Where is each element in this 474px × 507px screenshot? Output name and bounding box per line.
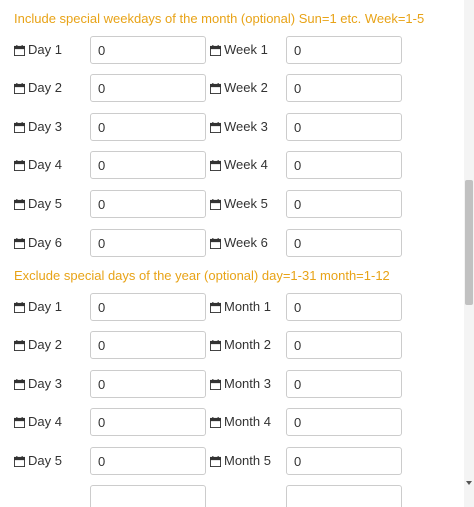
calendar-icon [210, 159, 221, 171]
exclude-row-4: Day 4 Month 4 [0, 408, 460, 436]
calendar-icon [210, 455, 221, 467]
clipped-input[interactable] [286, 485, 402, 507]
include-row-2: Day 2 Week 2 [0, 74, 460, 102]
exclude-month-2-input[interactable] [286, 331, 402, 359]
include-week-label: Week 3 [224, 119, 268, 134]
include-row-4: Day 4 Week 4 [0, 151, 460, 179]
exclude-month-label: Month 1 [224, 299, 271, 314]
include-day-label: Day 2 [28, 80, 62, 95]
include-week-label: Week 5 [224, 196, 268, 211]
exclude-month-label: Month 4 [224, 414, 271, 429]
calendar-icon [14, 416, 25, 428]
include-day-5-input[interactable] [90, 190, 206, 218]
exclude-day-3-input[interactable] [90, 370, 206, 398]
include-week-3-input[interactable] [286, 113, 402, 141]
scroll-down-arrow-icon[interactable] [466, 481, 472, 485]
exclude-row-3: Day 3 Month 3 [0, 370, 460, 398]
include-day-label: Day 4 [28, 157, 62, 172]
calendar-icon [210, 416, 221, 428]
calendar-icon [14, 82, 25, 94]
exclude-day-label: Day 3 [28, 376, 62, 391]
include-day-6-input[interactable] [90, 229, 206, 257]
include-day-label: Day 1 [28, 42, 62, 57]
include-day-2-input[interactable] [90, 74, 206, 102]
include-row-1: Day 1 Week 1 [0, 36, 460, 64]
exclude-month-label: Month 5 [224, 453, 271, 468]
include-row-3: Day 3 Week 3 [0, 113, 460, 141]
schedule-options-panel: Include special weekdays of the month (o… [0, 0, 474, 507]
include-week-label: Week 2 [224, 80, 268, 95]
exclude-day-5-input[interactable] [90, 447, 206, 475]
exclude-month-1-input[interactable] [286, 293, 402, 321]
calendar-icon [14, 237, 25, 249]
exclude-day-label: Day 4 [28, 414, 62, 429]
calendar-icon [14, 159, 25, 171]
include-week-label: Week 1 [224, 42, 268, 57]
include-day-label: Day 3 [28, 119, 62, 134]
calendar-icon [210, 121, 221, 133]
exclude-row-5: Day 5 Month 5 [0, 447, 460, 475]
calendar-icon [14, 121, 25, 133]
scrollbar-thumb[interactable] [465, 180, 473, 305]
calendar-icon [210, 339, 221, 351]
include-week-2-input[interactable] [286, 74, 402, 102]
calendar-icon [210, 237, 221, 249]
include-week-label: Week 6 [224, 235, 268, 250]
calendar-icon [210, 301, 221, 313]
exclude-month-5-input[interactable] [286, 447, 402, 475]
exclude-row-1: Day 1 Month 1 [0, 293, 460, 321]
exclude-day-label: Day 1 [28, 299, 62, 314]
exclude-month-3-input[interactable] [286, 370, 402, 398]
clipped-input[interactable] [90, 485, 206, 507]
exclude-month-label: Month 3 [224, 376, 271, 391]
include-week-1-input[interactable] [286, 36, 402, 64]
include-week-6-input[interactable] [286, 229, 402, 257]
calendar-icon [210, 82, 221, 94]
include-week-4-input[interactable] [286, 151, 402, 179]
exclude-row-6-partial [0, 485, 460, 507]
calendar-icon [14, 301, 25, 313]
exclude-day-2-input[interactable] [90, 331, 206, 359]
calendar-icon [14, 339, 25, 351]
calendar-icon [14, 44, 25, 56]
calendar-icon [14, 378, 25, 390]
include-day-4-input[interactable] [90, 151, 206, 179]
calendar-icon [14, 455, 25, 467]
exclude-day-1-input[interactable] [90, 293, 206, 321]
include-week-label: Week 4 [224, 157, 268, 172]
exclude-day-label: Day 2 [28, 337, 62, 352]
exclude-row-2: Day 2 Month 2 [0, 331, 460, 359]
exclude-month-label: Month 2 [224, 337, 271, 352]
calendar-icon [210, 198, 221, 210]
exclude-day-4-input[interactable] [90, 408, 206, 436]
exclude-month-4-input[interactable] [286, 408, 402, 436]
include-row-5: Day 5 Week 5 [0, 190, 460, 218]
include-day-label: Day 6 [28, 235, 62, 250]
calendar-icon [210, 44, 221, 56]
calendar-icon [210, 378, 221, 390]
include-week-5-input[interactable] [286, 190, 402, 218]
include-section-title: Include special weekdays of the month (o… [14, 11, 425, 26]
exclude-day-label: Day 5 [28, 453, 62, 468]
calendar-icon [14, 198, 25, 210]
vertical-scrollbar[interactable] [464, 0, 474, 507]
include-row-6: Day 6 Week 6 [0, 229, 460, 257]
include-day-3-input[interactable] [90, 113, 206, 141]
include-day-1-input[interactable] [90, 36, 206, 64]
exclude-section-title: Exclude special days of the year (option… [14, 268, 390, 283]
include-day-label: Day 5 [28, 196, 62, 211]
